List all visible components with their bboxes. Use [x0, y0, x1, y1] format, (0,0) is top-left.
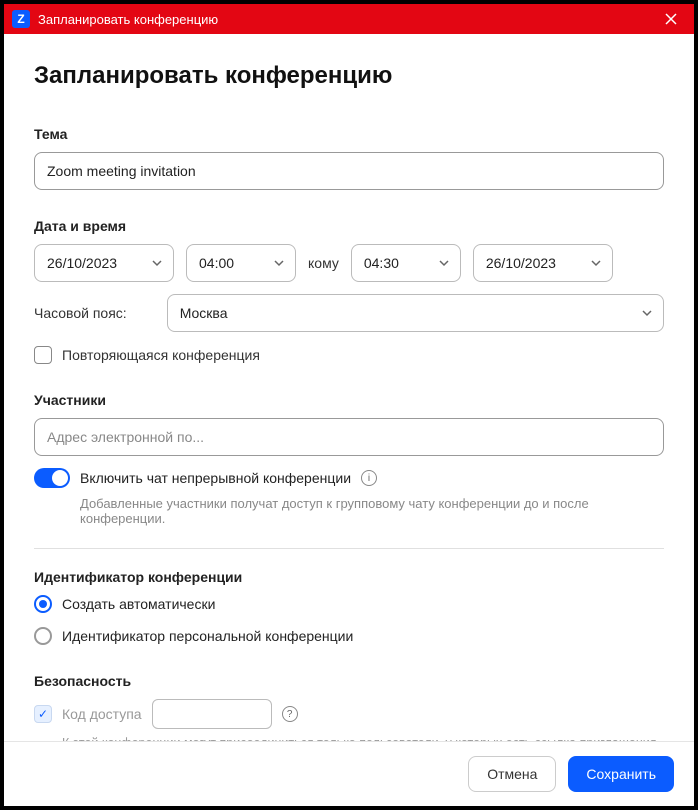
end-date-dropdown[interactable]: 26/10/2023 — [473, 244, 613, 282]
timezone-label: Часовой пояс: — [34, 305, 127, 321]
start-time-value: 04:00 — [199, 255, 234, 271]
start-date-value: 26/10/2023 — [47, 255, 117, 271]
continuous-chat-toggle[interactable] — [34, 468, 70, 488]
chat-toggle-label: Включить чат непрерывной конференции — [80, 470, 351, 486]
timezone-row: Часовой пояс: Москва — [34, 294, 664, 332]
recurring-label: Повторяющаяся конференция — [62, 347, 260, 363]
content-area: Запланировать конференцию Тема Дата и вр… — [4, 34, 694, 741]
close-button[interactable] — [656, 4, 686, 34]
end-time-value: 04:30 — [364, 255, 399, 271]
datetime-row: 26/10/2023 04:00 кому 04:30 26/10/2023 — [34, 244, 664, 282]
end-date-value: 26/10/2023 — [486, 255, 556, 271]
recurring-checkbox[interactable] — [34, 346, 52, 364]
recurring-row: Повторяющаяся конференция — [34, 346, 664, 364]
passcode-label: Код доступа — [62, 706, 142, 722]
chevron-down-icon — [151, 257, 163, 269]
cancel-button[interactable]: Отмена — [468, 756, 556, 792]
personal-id-label: Идентификатор персональной конференции — [62, 628, 353, 644]
start-time-dropdown[interactable]: 04:00 — [186, 244, 296, 282]
save-button[interactable]: Сохранить — [568, 756, 674, 792]
chevron-down-icon — [273, 257, 285, 269]
participants-input[interactable] — [34, 418, 664, 456]
timezone-value: Москва — [180, 305, 228, 321]
chevron-down-icon — [438, 257, 450, 269]
page-title: Запланировать конференцию — [34, 62, 664, 90]
app-icon: Z — [12, 10, 30, 28]
personal-id-radio[interactable] — [34, 627, 52, 645]
to-label: кому — [308, 255, 339, 271]
schedule-meeting-window: Z Запланировать конференцию Запланироват… — [4, 4, 694, 806]
chevron-down-icon — [590, 257, 602, 269]
personal-id-row: Идентификатор персональной конференции — [34, 627, 664, 645]
datetime-label: Дата и время — [34, 218, 664, 234]
participants-label: Участники — [34, 392, 664, 408]
start-date-dropdown[interactable]: 26/10/2023 — [34, 244, 174, 282]
meeting-id-label: Идентификатор конференции — [34, 569, 664, 585]
auto-id-radio[interactable] — [34, 595, 52, 613]
chevron-down-icon — [641, 307, 653, 319]
security-label: Безопасность — [34, 673, 664, 689]
titlebar: Z Запланировать конференцию — [4, 4, 694, 34]
end-time-dropdown[interactable]: 04:30 — [351, 244, 461, 282]
auto-id-row: Создать автоматически — [34, 595, 664, 613]
topic-input[interactable] — [34, 152, 664, 190]
divider — [34, 548, 664, 549]
passcode-input[interactable] — [152, 699, 272, 729]
info-icon[interactable]: i — [361, 470, 377, 486]
close-icon — [665, 13, 677, 25]
chat-toggle-row: Включить чат непрерывной конференции i — [34, 468, 664, 488]
passcode-checkbox[interactable]: ✓ — [34, 705, 52, 723]
topic-label: Тема — [34, 126, 664, 142]
chat-help-text: Добавленные участники получат доступ к г… — [80, 496, 664, 526]
footer: Отмена Сохранить — [4, 741, 694, 806]
auto-id-label: Создать автоматически — [62, 596, 215, 612]
window-title: Запланировать конференцию — [38, 12, 656, 27]
timezone-dropdown[interactable]: Москва — [167, 294, 664, 332]
help-icon[interactable]: ? — [282, 706, 298, 722]
passcode-row: ✓ Код доступа ? — [34, 699, 664, 729]
